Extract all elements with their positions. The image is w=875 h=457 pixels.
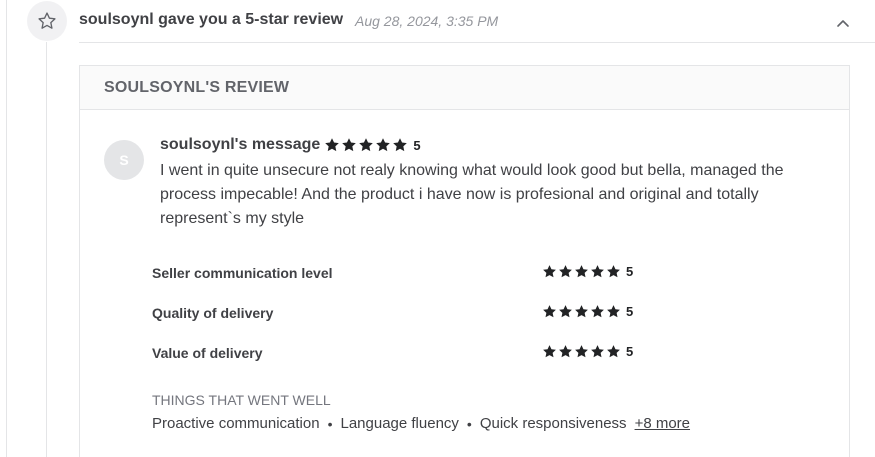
- star-filled-icon: [543, 345, 556, 358]
- star-filled-icon: [575, 265, 588, 278]
- criteria-row: Value of delivery 5: [152, 342, 652, 382]
- avatar: S: [104, 140, 144, 180]
- criteria-rating: 5: [542, 344, 633, 359]
- header-divider: [79, 42, 875, 43]
- star-filled-icon: [559, 345, 572, 358]
- criteria-stars: [542, 344, 622, 359]
- message-header: soulsoynl's message 5: [160, 136, 421, 154]
- went-well-item: Proactive communication: [152, 415, 320, 432]
- went-well-item: Quick responsiveness: [479, 415, 627, 432]
- star-filled-icon: [575, 345, 588, 358]
- star-filled-icon: [591, 265, 604, 278]
- star-filled-icon: [607, 345, 620, 358]
- bullet-separator: •: [327, 415, 333, 432]
- criteria-rating-value: 5: [626, 264, 634, 279]
- review-star-icon: [27, 1, 67, 41]
- criteria-label: Quality of delivery: [152, 305, 274, 321]
- timeline-line: [46, 42, 47, 457]
- message-author-label: soulsoynl's message: [160, 136, 321, 153]
- review-message: I went in quite unsecure not realy knowi…: [160, 162, 784, 227]
- went-well-list: Proactive communication • Language fluen…: [152, 415, 690, 432]
- criteria-rating-value: 5: [626, 344, 634, 359]
- bullet-separator: •: [466, 415, 472, 432]
- star-filled-icon: [575, 305, 588, 318]
- star-filled-icon: [543, 305, 556, 318]
- star-filled-icon: [342, 138, 357, 152]
- rating-criteria: Seller communication level 5 Quality of …: [152, 262, 652, 382]
- star-filled-icon: [393, 138, 408, 152]
- review-card: SOULSOYNL'S REVIEW S soulsoynl's message…: [79, 65, 850, 457]
- notification-title: soulsoynl gave you a 5-star review: [79, 11, 344, 28]
- left-rail: [0, 0, 7, 457]
- went-well-title: THINGS THAT WENT WELL: [152, 392, 331, 408]
- star-filled-icon: [359, 138, 374, 152]
- criteria-stars: [542, 264, 622, 279]
- message-rating-stars: [324, 137, 409, 153]
- show-more-link[interactable]: +8 more: [635, 415, 690, 432]
- star-filled-icon: [376, 138, 391, 152]
- collapse-button[interactable]: [832, 12, 854, 34]
- star-filled-icon: [325, 138, 340, 152]
- star-filled-icon: [607, 305, 620, 318]
- review-notification: soulsoynl gave you a 5-star review Aug 2…: [0, 0, 875, 457]
- star-filled-icon: [607, 265, 620, 278]
- review-section-title: SOULSOYNL'S REVIEW: [80, 66, 849, 110]
- criteria-rating-value: 5: [626, 304, 634, 319]
- star-filled-icon: [559, 305, 572, 318]
- star-filled-icon: [559, 265, 572, 278]
- star-filled-icon: [591, 305, 604, 318]
- criteria-label: Seller communication level: [152, 265, 333, 281]
- star-filled-icon: [543, 265, 556, 278]
- criteria-row: Quality of delivery 5: [152, 302, 652, 342]
- chevron-up-icon: [837, 20, 849, 27]
- went-well-item: Language fluency: [340, 415, 459, 432]
- criteria-rating: 5: [542, 304, 633, 319]
- criteria-row: Seller communication level 5: [152, 262, 652, 302]
- notification-date: Aug 28, 2024, 3:35 PM: [355, 13, 499, 29]
- criteria-stars: [542, 304, 622, 319]
- criteria-rating: 5: [542, 264, 633, 279]
- message-rating-value: 5: [413, 137, 421, 153]
- criteria-label: Value of delivery: [152, 345, 263, 361]
- star-filled-icon: [591, 345, 604, 358]
